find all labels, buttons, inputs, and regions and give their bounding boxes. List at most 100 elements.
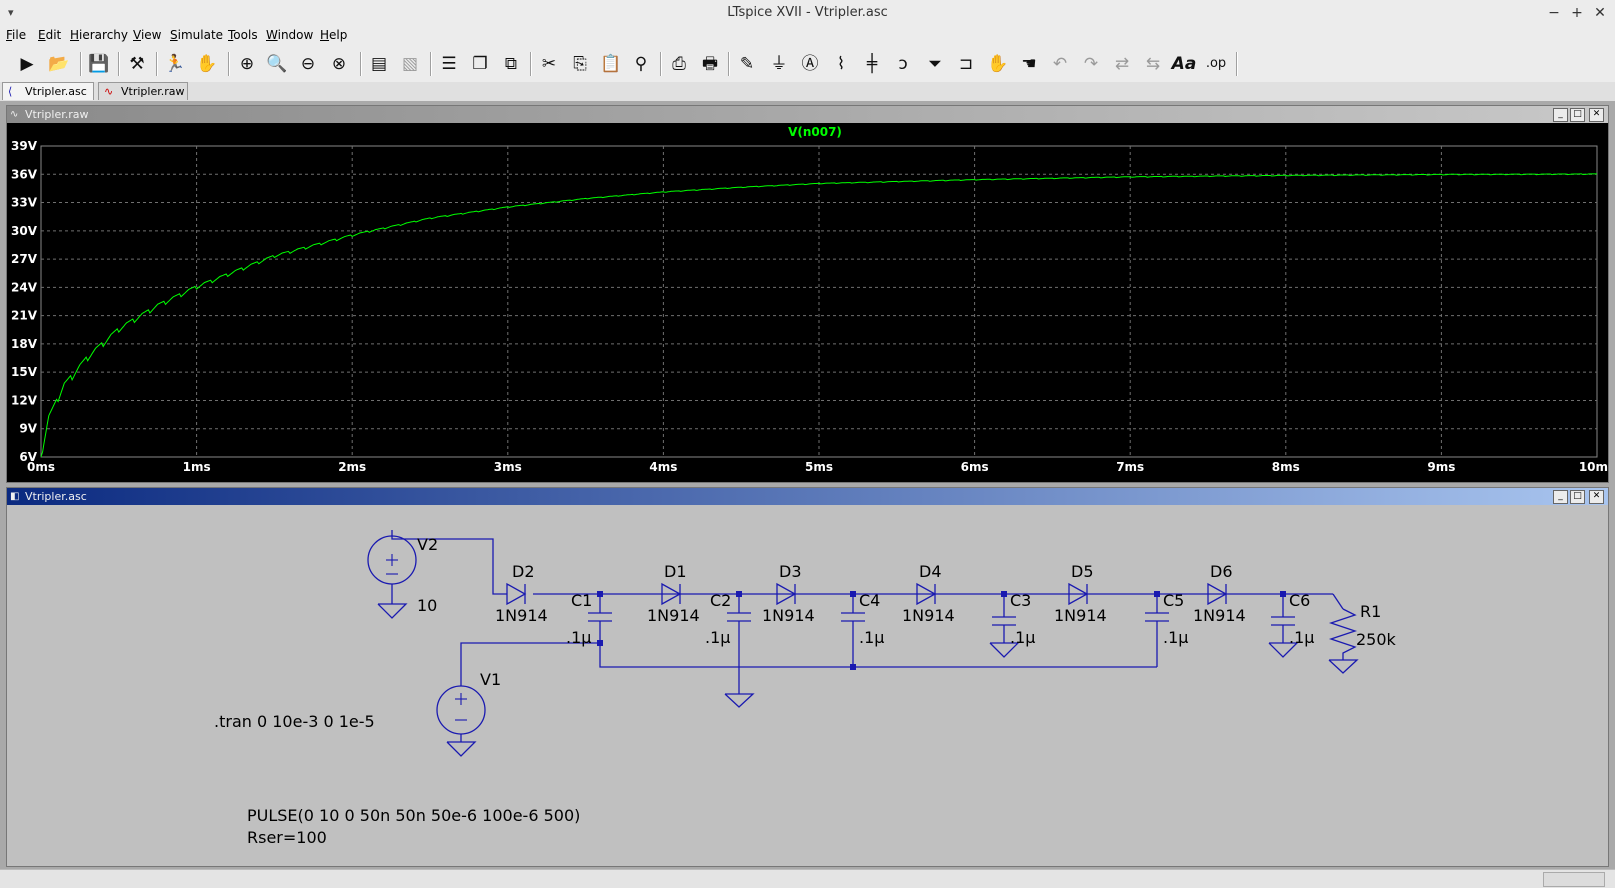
tab-vtripler-raw[interactable]: ∿ Vtripler.raw <box>98 82 188 100</box>
cursor-icon[interactable]: ▧ <box>397 51 423 77</box>
inductor-icon[interactable]: ↄ <box>890 51 916 77</box>
print-preview-icon[interactable]: ⎙ <box>666 51 692 77</box>
component-icon[interactable]: ⊐ <box>953 51 979 77</box>
c5-value[interactable]: .1µ <box>1163 628 1188 647</box>
resistor-r1[interactable] <box>1328 608 1359 674</box>
zoom-fit-icon[interactable]: ⊗ <box>326 51 352 77</box>
menu-tools[interactable]: Tools <box>228 28 258 42</box>
toolbar-separator <box>156 52 158 76</box>
halt-hand-icon[interactable]: ✋ <box>194 51 220 77</box>
save-icon[interactable]: 💾 <box>86 51 112 77</box>
maximize-button[interactable]: + <box>1566 3 1588 23</box>
menu-help[interactable]: Help <box>320 28 347 42</box>
print-icon[interactable]: 🖶 <box>697 51 723 77</box>
text-icon[interactable]: Aa <box>1171 51 1197 77</box>
draw-wire-icon[interactable]: ✎ <box>734 51 760 77</box>
menu-simulate[interactable]: Simulate <box>170 28 223 42</box>
c3-value[interactable]: .1µ <box>1010 628 1035 647</box>
diode-d2[interactable] <box>506 582 527 606</box>
v1-value-line1[interactable]: PULSE(0 10 0 50n 50n 50e-6 100e-6 500) <box>247 806 580 825</box>
open-folder-icon[interactable]: 📂 <box>46 51 72 77</box>
menu-view[interactable]: View <box>133 28 161 42</box>
d6-model[interactable]: 1N914 <box>1193 606 1246 625</box>
trace-label[interactable]: V(n007) <box>788 125 842 139</box>
redo-icon[interactable]: ↷ <box>1078 51 1104 77</box>
c3-name[interactable]: C3 <box>1010 591 1031 610</box>
d4-model[interactable]: 1N914 <box>902 606 955 625</box>
waveform-close-button[interactable]: ✕ <box>1589 108 1604 122</box>
tile-horizontal-icon[interactable]: ☰ <box>436 51 462 77</box>
menu-file[interactable]: File <box>6 28 26 42</box>
c1-name[interactable]: C1 <box>571 591 592 610</box>
control-panel-icon[interactable]: ⚒ <box>124 51 150 77</box>
move-hand-icon[interactable]: ✋ <box>985 51 1011 77</box>
d4-name[interactable]: D4 <box>919 562 942 581</box>
paste-icon[interactable]: 📋 <box>598 51 624 77</box>
d3-model[interactable]: 1N914 <box>762 606 815 625</box>
zoom-in-icon[interactable]: ⊕ <box>234 51 260 77</box>
c4-name[interactable]: C4 <box>859 591 880 610</box>
run-man-icon[interactable]: 🏃 <box>162 51 188 77</box>
drag-hand-icon[interactable]: ☚ <box>1016 51 1042 77</box>
window-titlebar: ▾ LTspice XVII - Vtripler.asc − + ✕ <box>0 0 1615 27</box>
resistor-icon[interactable]: ⌇ <box>828 51 854 77</box>
mirror-icon[interactable]: ⇆ <box>1140 51 1166 77</box>
copy-icon[interactable]: ⎘ <box>567 51 593 77</box>
d6-name[interactable]: D6 <box>1210 562 1233 581</box>
r1-value[interactable]: 250k <box>1356 630 1397 649</box>
menu-hierarchy[interactable]: Hierarchy <box>70 28 128 42</box>
menu-view-rest: iew <box>140 28 162 42</box>
minimize-button[interactable]: − <box>1543 3 1565 23</box>
schematic-maximize-button[interactable]: □ <box>1570 490 1585 504</box>
menu-window[interactable]: Window <box>266 28 313 42</box>
c4-value[interactable]: .1µ <box>859 628 884 647</box>
cut-icon[interactable]: ✂ <box>536 51 562 77</box>
waveform-plot[interactable]: V(n007) 0ms 1ms 2ms 3ms 4ms 5ms 6ms 7ms 8ms 9ms 10… <box>7 123 1608 481</box>
v2-name[interactable]: V2 <box>417 535 438 554</box>
waveform-maximize-button[interactable]: □ <box>1570 108 1585 122</box>
toolbar-separator <box>660 52 662 76</box>
schematic-canvas[interactable]: V2 10 V1 D2 1N914 D1 1N914 D3 1N914 D4 1… <box>7 505 1608 866</box>
close-button[interactable]: ✕ <box>1589 3 1611 23</box>
autorange-icon[interactable]: ▤ <box>366 51 392 77</box>
pan-zoom-icon[interactable]: 🔍 <box>264 51 290 77</box>
schematic-window: ◧ Vtripler.asc _ □ ✕ V2 10 V1 D2 1N914 D… <box>6 487 1609 867</box>
waveform-window-icon: ∿ <box>10 109 19 120</box>
c6-name[interactable]: C6 <box>1289 591 1310 610</box>
c2-name[interactable]: C2 <box>710 591 731 610</box>
cascade-icon[interactable]: ❐ <box>467 51 493 77</box>
spice-directive-icon[interactable]: .op <box>1203 51 1229 77</box>
v1-value-line2[interactable]: Rser=100 <box>247 828 327 847</box>
menu-edit[interactable]: Edit <box>38 28 61 42</box>
v1-name[interactable]: V1 <box>480 670 501 689</box>
menu-file-rest: ile <box>12 28 27 42</box>
c1-value[interactable]: .1µ <box>566 628 591 647</box>
d2-model[interactable]: 1N914 <box>495 606 548 625</box>
tile-vertical-icon[interactable]: ⧉ <box>498 51 524 77</box>
diode-icon[interactable]: ⏷ <box>922 51 948 77</box>
r1-name[interactable]: R1 <box>1360 602 1381 621</box>
d2-name[interactable]: D2 <box>512 562 535 581</box>
schematic-close-button[interactable]: ✕ <box>1589 490 1604 504</box>
d5-name[interactable]: D5 <box>1071 562 1094 581</box>
d1-model[interactable]: 1N914 <box>647 606 700 625</box>
tab-vtripler-asc[interactable]: ⟨ Vtripler.asc <box>2 82 94 100</box>
waveform-minimize-button[interactable]: _ <box>1553 108 1568 122</box>
find-binoculars-icon[interactable]: ⚲ <box>628 51 654 77</box>
ground-icon[interactable]: ⏚ <box>766 51 792 77</box>
capacitor-icon[interactable]: ╪ <box>859 51 885 77</box>
label-net-icon[interactable]: Ⓐ <box>797 51 823 77</box>
schematic-minimize-button[interactable]: _ <box>1553 490 1568 504</box>
undo-icon[interactable]: ↶ <box>1047 51 1073 77</box>
spice-directive-text[interactable]: .tran 0 10e-3 0 1e-5 <box>214 712 375 731</box>
c6-value[interactable]: .1µ <box>1289 628 1314 647</box>
c2-value[interactable]: .1µ <box>705 628 730 647</box>
d1-name[interactable]: D1 <box>664 562 687 581</box>
d3-name[interactable]: D3 <box>779 562 802 581</box>
run-icon[interactable]: ▶ <box>14 51 40 77</box>
d5-model[interactable]: 1N914 <box>1054 606 1107 625</box>
rotate-icon[interactable]: ⇄ <box>1109 51 1135 77</box>
c5-name[interactable]: C5 <box>1163 591 1184 610</box>
zoom-out-icon[interactable]: ⊖ <box>295 51 321 77</box>
v2-value[interactable]: 10 <box>417 596 437 615</box>
